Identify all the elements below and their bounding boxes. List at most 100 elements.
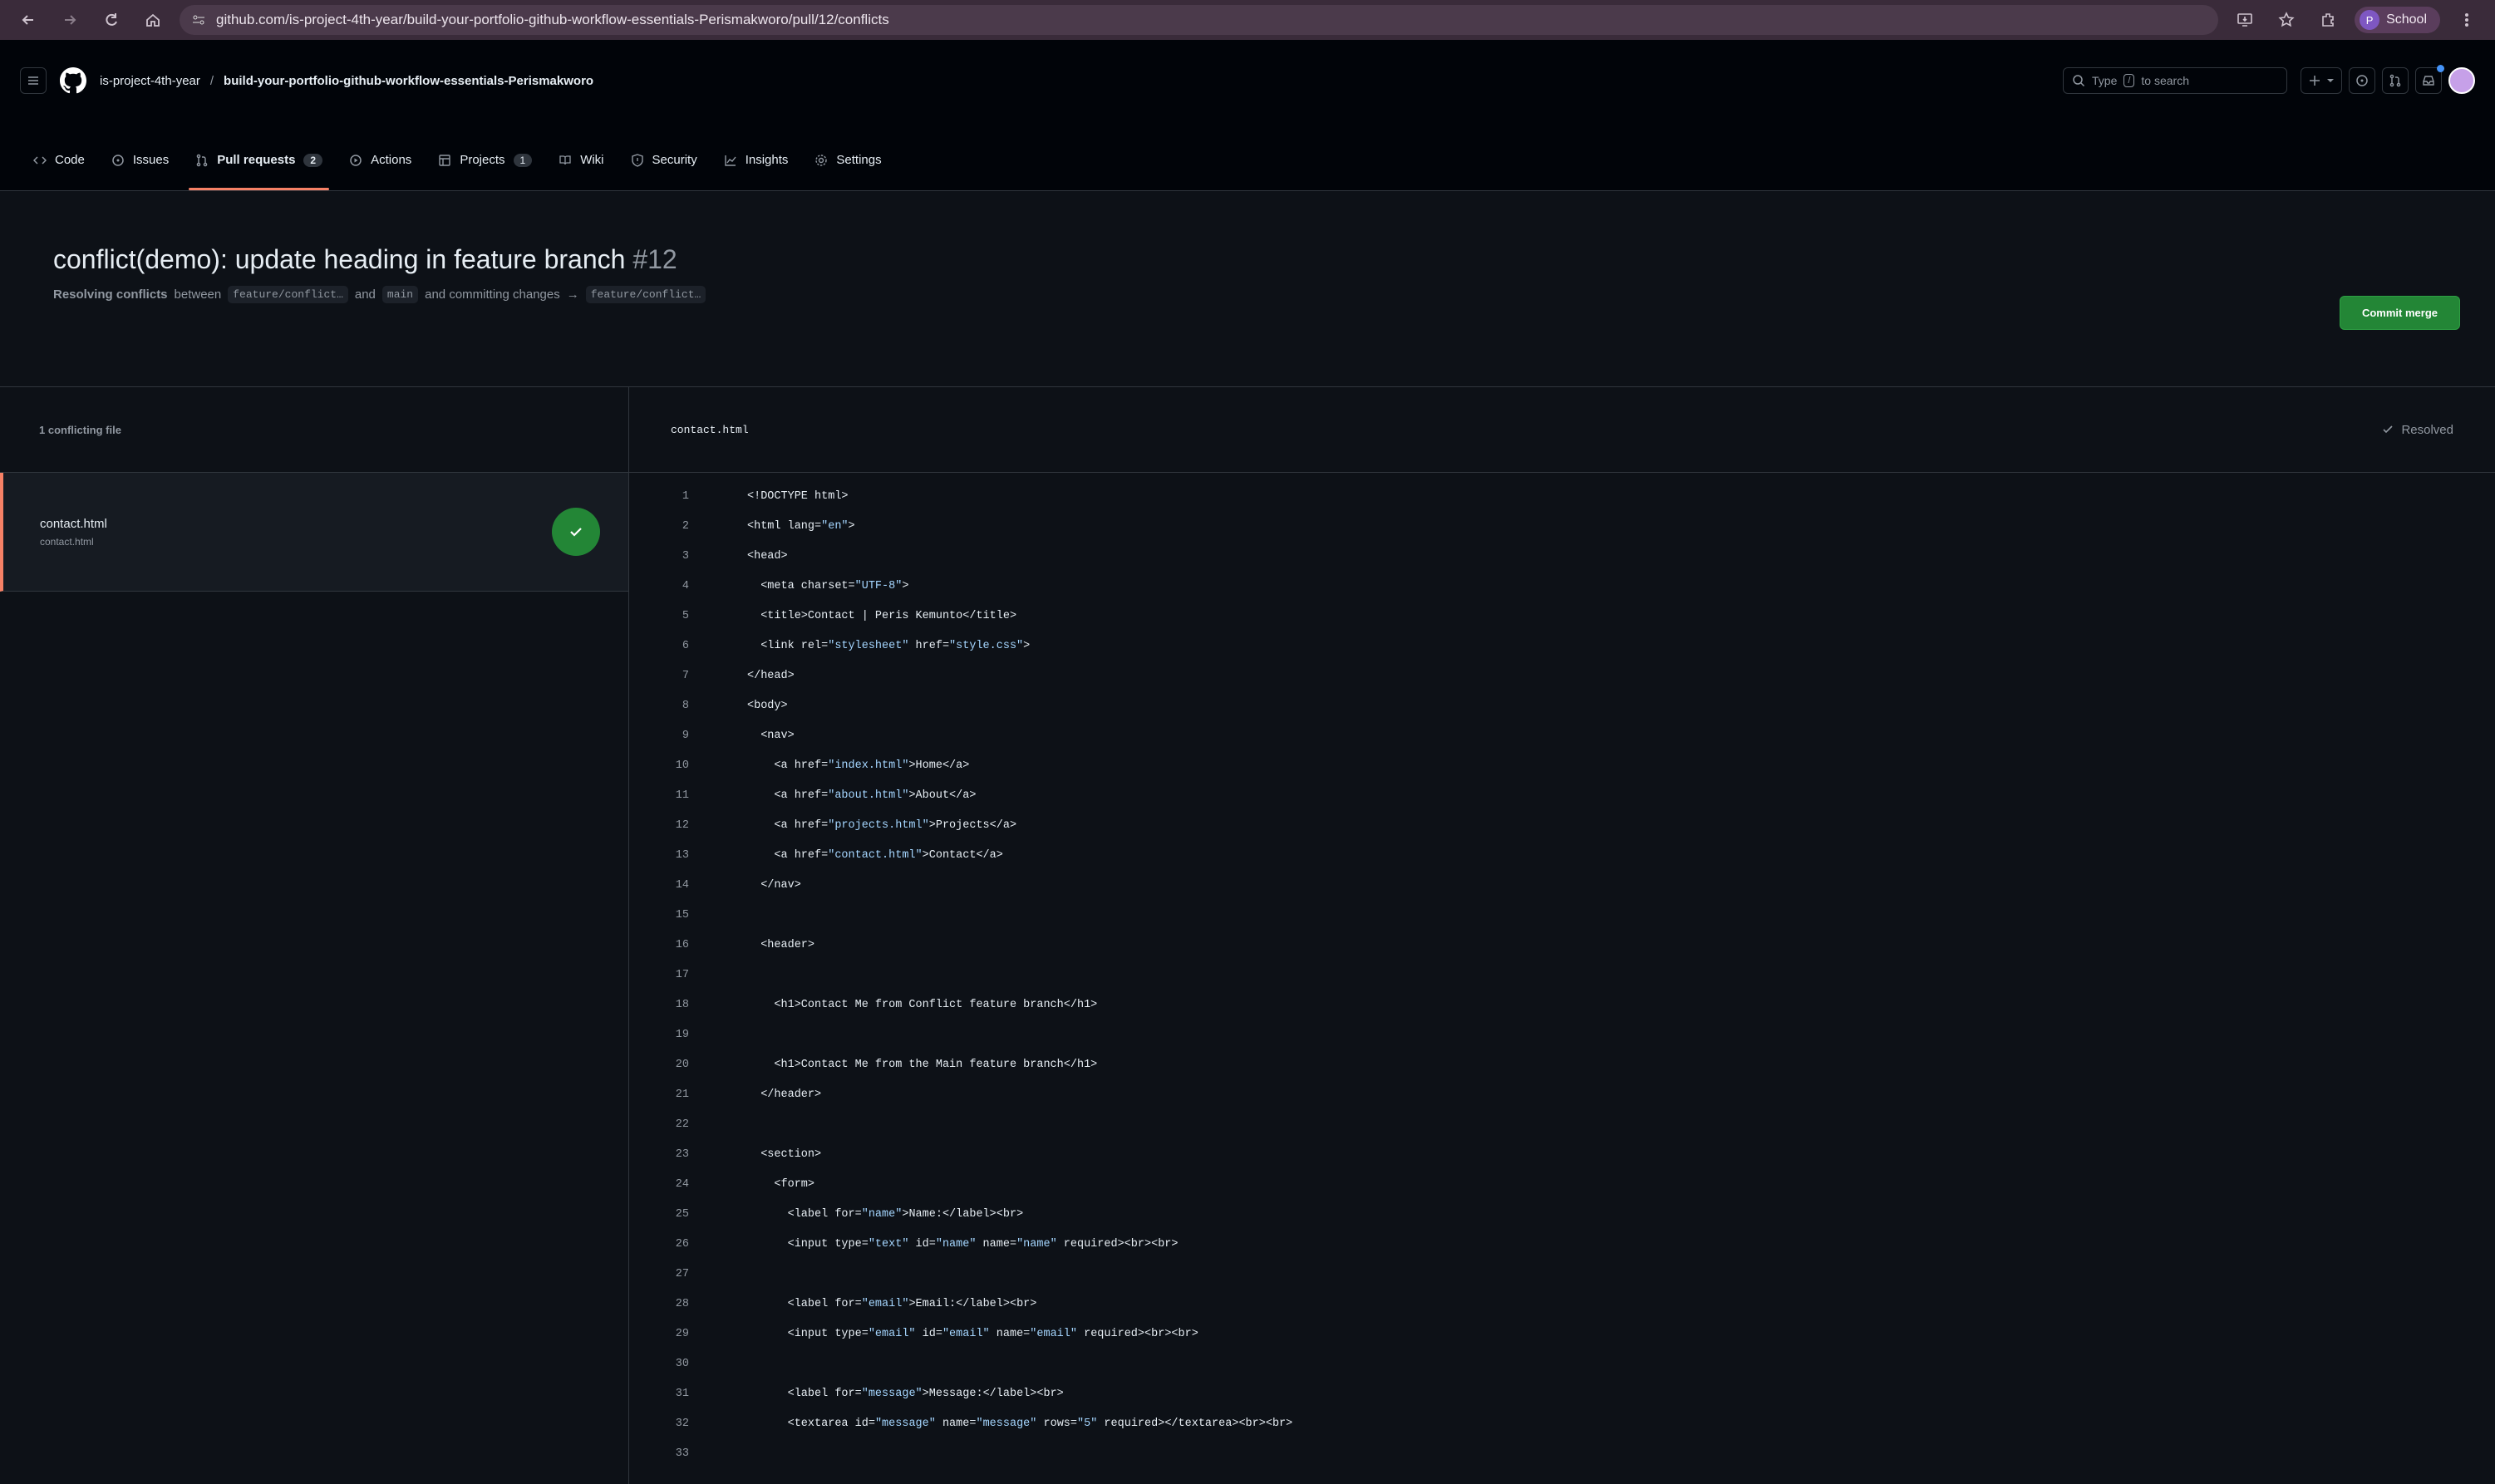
site-settings-icon[interactable] xyxy=(191,12,206,27)
line-text: <!DOCTYPE html> xyxy=(747,489,849,503)
bookmark-star-icon[interactable] xyxy=(2271,5,2301,35)
install-app-icon[interactable] xyxy=(2230,5,2260,35)
conflicting-files-heading: 1 conflicting file xyxy=(0,387,628,473)
address-bar[interactable]: github.com/is-project-4th-year/build-you… xyxy=(180,5,2219,35)
line-number: 3 xyxy=(682,549,689,563)
issue-icon xyxy=(112,154,124,166)
line-text: <textarea id="message" name="message" ro… xyxy=(747,1417,1293,1430)
code-line[interactable]: 30 xyxy=(629,1349,2495,1378)
tab-pull-requests[interactable]: Pull requests 2 xyxy=(184,153,334,190)
home-icon[interactable] xyxy=(138,5,168,35)
line-number: 11 xyxy=(675,789,689,802)
code-line[interactable]: 22 xyxy=(629,1109,2495,1139)
code-line[interactable]: 12 <a href="projects.html">Projects</a> xyxy=(629,810,2495,840)
issues-button[interactable] xyxy=(2349,67,2375,94)
code-line[interactable]: 16 <header> xyxy=(629,930,2495,960)
conflict-file-item[interactable]: contact.html contact.html xyxy=(0,473,628,592)
code-line[interactable]: 25 <label for="name">Name:</label><br> xyxy=(629,1199,2495,1229)
line-text: <nav> xyxy=(747,729,795,742)
code-line[interactable]: 29 <input type="email" id="email" name="… xyxy=(629,1319,2495,1349)
owner-link[interactable]: is-project-4th-year xyxy=(100,74,200,88)
tab-code[interactable]: Code xyxy=(22,153,96,190)
book-icon xyxy=(559,155,571,165)
commit-merge-button[interactable]: Commit merge xyxy=(2339,296,2460,330)
profile-button[interactable]: P School xyxy=(2355,7,2440,33)
line-number: 13 xyxy=(675,848,689,862)
line-number: 9 xyxy=(682,729,689,742)
browser-menu-icon[interactable] xyxy=(2452,5,2482,35)
code-line[interactable]: 33 xyxy=(629,1438,2495,1468)
line-number: 5 xyxy=(682,609,689,622)
code-editor[interactable]: contact.html Resolved 1 <!DOCTYPE html> 2 <… xyxy=(629,387,2495,1484)
forward-icon[interactable] xyxy=(55,5,85,35)
code-line[interactable]: 26 <input type="text" id="name" name="na… xyxy=(629,1229,2495,1259)
line-text: <h1>Contact Me from Conflict feature bra… xyxy=(747,998,1098,1011)
code-line[interactable]: 27 xyxy=(629,1259,2495,1289)
head-branch-label[interactable]: feature/conflict… xyxy=(228,286,348,303)
line-number: 22 xyxy=(675,1118,689,1131)
code-line[interactable]: 32 <textarea id="message" name="message"… xyxy=(629,1408,2495,1438)
pull-requests-button[interactable] xyxy=(2382,67,2409,94)
line-text: <label for="message">Message:</label><br… xyxy=(747,1387,1064,1400)
target-branch-label[interactable]: feature/conflict… xyxy=(585,286,706,303)
user-avatar[interactable] xyxy=(2448,67,2475,94)
browser-toolbar: github.com/is-project-4th-year/build-you… xyxy=(0,0,2495,40)
code-line[interactable]: 24 <form> xyxy=(629,1169,2495,1199)
line-text: <meta charset="UTF-8"> xyxy=(747,579,909,592)
code-line[interactable]: 4 <meta charset="UTF-8"> xyxy=(629,571,2495,601)
line-number: 29 xyxy=(675,1327,689,1340)
tab-label: Security xyxy=(652,153,697,167)
reload-icon[interactable] xyxy=(96,5,126,35)
projects-count: 1 xyxy=(513,153,533,167)
code-line[interactable]: 7 </head> xyxy=(629,661,2495,690)
code-line[interactable]: 21 </header> xyxy=(629,1079,2495,1109)
code-line[interactable]: 31 <label for="message">Message:</label>… xyxy=(629,1378,2495,1408)
extensions-icon[interactable] xyxy=(2313,5,2343,35)
code-line[interactable]: 1 <!DOCTYPE html> xyxy=(629,481,2495,511)
line-text: </head> xyxy=(747,669,795,682)
plus-icon xyxy=(2310,76,2320,86)
tab-settings[interactable]: Settings xyxy=(803,153,893,190)
tab-projects[interactable]: Projects 1 xyxy=(426,153,544,190)
repo-link[interactable]: build-your-portfolio-github-workflow-ess… xyxy=(224,74,593,88)
line-text: <input type="text" id="name" name="name"… xyxy=(747,1237,1179,1251)
create-new-button[interactable] xyxy=(2301,67,2342,94)
inbox-button[interactable] xyxy=(2415,65,2444,94)
code-line[interactable]: 28 <label for="email">Email:</label><br> xyxy=(629,1289,2495,1319)
code-line[interactable]: 3 <head> xyxy=(629,541,2495,571)
tab-actions[interactable]: Actions xyxy=(337,153,423,190)
code-line[interactable]: 19 xyxy=(629,1020,2495,1049)
github-header: is-project-4th-year / build-your-portfol… xyxy=(0,40,2495,121)
code-line[interactable]: 11 <a href="about.html">About</a> xyxy=(629,780,2495,810)
code-line[interactable]: 6 <link rel="stylesheet" href="style.css… xyxy=(629,631,2495,661)
back-icon[interactable] xyxy=(13,5,43,35)
git-pull-request-icon xyxy=(2389,74,2401,87)
code-line[interactable]: 15 xyxy=(629,900,2495,930)
tab-wiki[interactable]: Wiki xyxy=(547,153,615,190)
tab-security[interactable]: Security xyxy=(619,153,709,190)
tab-issues[interactable]: Issues xyxy=(100,153,180,190)
search-input[interactable]: Type / to search xyxy=(2063,67,2287,94)
subtitle-bold: Resolving conflicts xyxy=(53,287,168,302)
code-line[interactable]: 13 <a href="contact.html">Contact</a> xyxy=(629,840,2495,870)
hamburger-menu-button[interactable] xyxy=(20,67,47,94)
tab-label: Wiki xyxy=(580,153,604,167)
code-line[interactable]: 23 <section> xyxy=(629,1139,2495,1169)
code-lines[interactable]: 1 <!DOCTYPE html> 2 <html lang="en"> 3 <head>… xyxy=(629,473,2495,1468)
line-text: <a href="index.html">Home</a> xyxy=(747,759,970,772)
code-line[interactable]: 17 xyxy=(629,960,2495,990)
tab-insights[interactable]: Insights xyxy=(712,153,800,190)
code-line[interactable]: 18 <h1>Contact Me from Conflict feature … xyxy=(629,990,2495,1020)
code-line[interactable]: 8 <body> xyxy=(629,690,2495,720)
code-line[interactable]: 2 <html lang="en"> xyxy=(629,511,2495,541)
code-line[interactable]: 10 <a href="index.html">Home</a> xyxy=(629,750,2495,780)
code-line[interactable]: 14 </nav> xyxy=(629,870,2495,900)
github-logo-icon[interactable] xyxy=(60,67,86,94)
editor-filename: contact.html xyxy=(671,423,749,436)
base-branch-label[interactable]: main xyxy=(381,286,419,303)
code-line[interactable]: 20 <h1>Contact Me from the Main feature … xyxy=(629,1049,2495,1079)
code-line[interactable]: 5 <title>Contact | Peris Kemunto</title> xyxy=(629,601,2495,631)
issue-opened-icon xyxy=(2356,75,2368,86)
line-text: <html lang="en"> xyxy=(747,519,855,533)
code-line[interactable]: 9 <nav> xyxy=(629,720,2495,750)
